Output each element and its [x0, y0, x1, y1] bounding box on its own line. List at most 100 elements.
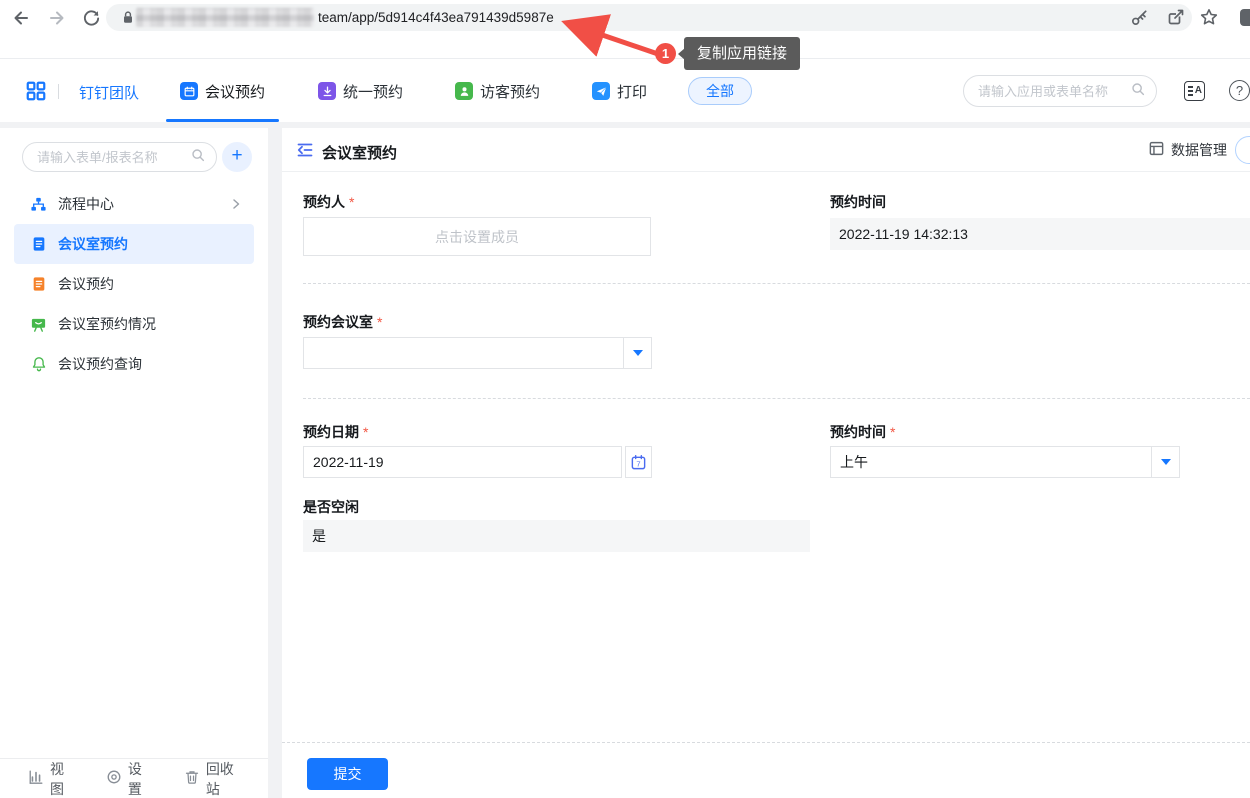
sidebar-item-label: 会议预约查询 [58, 354, 142, 374]
search-icon [190, 147, 206, 168]
board-icon [30, 316, 47, 333]
tab-label: 统一预约 [343, 81, 403, 102]
sidebar-item-booking-query[interactable]: 会议预约查询 [14, 344, 254, 384]
collapse-panel-icon[interactable] [296, 141, 314, 164]
bookmark-star-icon[interactable] [1199, 7, 1219, 32]
recycle-bin-label: 回收站 [206, 759, 240, 798]
tab-print[interactable]: 打印 [578, 60, 661, 122]
tab-label: 访客预约 [480, 81, 540, 102]
refresh-icon[interactable] [80, 7, 102, 29]
field-label-is-free: 是否空闲 [303, 497, 359, 517]
search-icon [1130, 81, 1146, 102]
sidebar-item-meeting-booking[interactable]: 会议预约 [14, 264, 254, 304]
booklet-lines [1188, 86, 1193, 88]
svg-text:7: 7 [636, 459, 640, 468]
booking-period-select[interactable]: 上午 [830, 446, 1180, 478]
form-header: 会议室预约 数据管理 [282, 128, 1250, 172]
screen: team/app/5d914c4f43ea791439d5987e 1 复制应用… [0, 0, 1250, 798]
required-asterisk: * [890, 424, 895, 440]
panel-gap [268, 128, 282, 798]
filter-all-pill[interactable]: 全部 [688, 77, 752, 105]
sidebar-footer: 视图 设置 回收站 [0, 758, 268, 798]
password-key-icon[interactable] [1130, 8, 1149, 32]
profile-partial-icon[interactable] [1240, 9, 1250, 26]
recycle-bin-button[interactable]: 回收站 [184, 759, 240, 798]
data-manage-button[interactable]: 数据管理 [1148, 140, 1227, 160]
back-icon[interactable] [10, 7, 32, 29]
views-button[interactable]: 视图 [28, 759, 72, 798]
form-doc-icon [30, 236, 47, 253]
caret-down-icon [633, 350, 643, 356]
lock-icon [120, 9, 136, 31]
chevron-right-icon [230, 198, 242, 210]
annotation-step-badge: 1 [655, 43, 676, 64]
form-sidebar: + 流程中心 会议室预约 会议预约 [0, 128, 268, 798]
clipped-action-pill[interactable] [1235, 136, 1250, 164]
sidebar-item-room-status[interactable]: 会议室预约情况 [14, 304, 254, 344]
sidebar-item-label: 会议室预约情况 [58, 314, 156, 334]
dropdown-button[interactable] [1151, 447, 1179, 477]
settings-button[interactable]: 设置 [106, 759, 150, 798]
forward-icon[interactable] [46, 7, 68, 29]
tab-label: 打印 [617, 81, 647, 102]
team-name-link[interactable]: 钉钉团队 [79, 82, 139, 103]
booking-time-readonly: 2022-11-19 14:32:13 [830, 218, 1250, 250]
tab-meeting-booking[interactable]: 会议预约 [166, 60, 279, 122]
form-title: 会议室预约 [322, 142, 397, 163]
settings-icon [106, 769, 122, 788]
chart-view-icon [28, 769, 44, 788]
form-main-panel: 会议室预约 数据管理 预约人* 点击设置成员 预约时间 2022-11-19 1… [282, 128, 1250, 798]
redacted-url-segment [136, 8, 314, 27]
sidebar-menu: 流程中心 会议室预约 会议预约 会议 [14, 184, 254, 384]
share-icon[interactable] [1166, 7, 1186, 32]
app-search-box[interactable] [963, 75, 1157, 107]
tab-visitor-booking[interactable]: 访客预约 [441, 60, 554, 122]
field-label-booking-period: 预约时间* [830, 422, 895, 442]
field-label-booking-time: 预约时间 [830, 192, 886, 212]
sidebar-item-label: 流程中心 [58, 194, 114, 214]
dropdown-button[interactable] [623, 338, 651, 368]
tab-unified-booking[interactable]: 统一预约 [304, 60, 417, 122]
dashed-divider [303, 283, 1250, 284]
workflow-icon [30, 196, 47, 213]
apps-grid-icon[interactable] [25, 80, 47, 107]
app-nav-bar: 钉钉团队 会议预约 统一预约 访客预约 打印 全部 [0, 60, 1250, 122]
form-search-input[interactable] [37, 150, 190, 165]
nav-divider [58, 84, 59, 99]
visitor-app-icon [455, 82, 473, 100]
form-search-box[interactable] [22, 142, 217, 172]
field-label-meeting-room: 预约会议室* [303, 312, 382, 332]
data-manage-label: 数据管理 [1171, 140, 1227, 160]
trash-icon [184, 769, 200, 788]
is-free-readonly: 是 [303, 520, 810, 552]
sidebar-item-meeting-room-booking[interactable]: 会议室预约 [14, 224, 254, 264]
required-asterisk: * [363, 424, 368, 440]
field-label-booking-date: 预约日期* [303, 422, 368, 442]
booklet-letter: A [1195, 85, 1202, 96]
app-search-input[interactable] [978, 84, 1130, 99]
views-label: 视图 [50, 759, 72, 798]
help-icon[interactable]: ? [1229, 80, 1250, 101]
bell-icon [30, 356, 47, 373]
data-manage-icon [1148, 140, 1165, 160]
download-app-icon [318, 82, 336, 100]
required-asterisk: * [349, 194, 354, 210]
calendar-app-icon [180, 82, 198, 100]
paper-plane-app-icon [592, 82, 610, 100]
copy-app-link-tooltip: 复制应用链接 [684, 37, 800, 70]
settings-label: 设置 [128, 759, 150, 798]
calendar-picker-button[interactable]: 7 [625, 446, 652, 478]
booker-member-picker[interactable]: 点击设置成员 [303, 217, 651, 256]
caret-down-icon [1161, 459, 1171, 465]
meeting-room-select[interactable] [303, 337, 652, 369]
booking-date-input[interactable]: 2022-11-19 [303, 446, 622, 478]
booking-period-value: 上午 [831, 452, 1151, 472]
field-label-booker: 预约人* [303, 192, 354, 212]
booklet-a-icon[interactable]: A [1184, 81, 1205, 101]
form-doc-icon [30, 276, 47, 293]
add-form-button[interactable]: + [222, 142, 252, 172]
calendar-icon: 7 [630, 454, 647, 471]
sidebar-item-label: 会议室预约 [58, 234, 128, 254]
sidebar-item-process-center[interactable]: 流程中心 [14, 184, 254, 224]
submit-button[interactable]: 提交 [307, 758, 388, 790]
